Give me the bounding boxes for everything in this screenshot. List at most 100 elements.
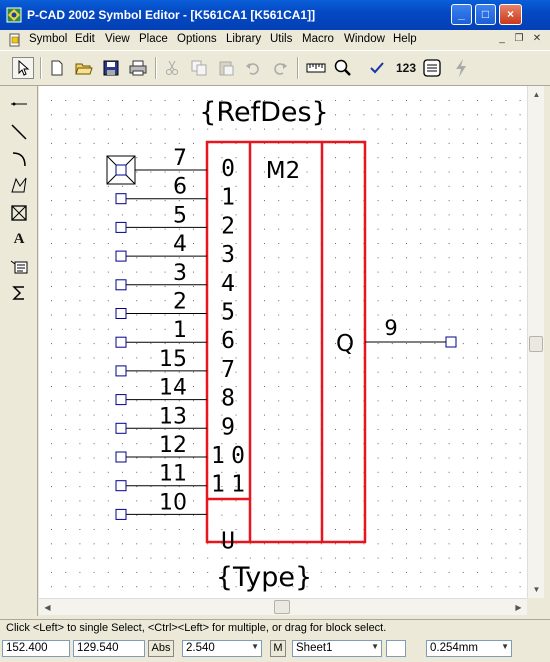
scroll-left-arrow-icon[interactable]: ◀ xyxy=(39,599,56,616)
vertical-scrollbar[interactable]: ▲ ▼ xyxy=(527,86,544,598)
vertical-scroll-thumb[interactable] xyxy=(529,336,543,352)
menu-symbol[interactable]: Symbol xyxy=(29,33,67,45)
place-line-tool[interactable] xyxy=(9,122,29,142)
scroll-down-arrow-icon[interactable]: ▼ xyxy=(528,581,545,598)
menu-window[interactable]: Window xyxy=(344,33,385,45)
undo-icon xyxy=(246,63,259,75)
menu-view[interactable]: View xyxy=(105,33,130,45)
pin-line-icon xyxy=(11,102,27,106)
select-tool-button[interactable] xyxy=(12,57,34,79)
polygon-icon xyxy=(11,177,27,193)
main-toolbar: 123 xyxy=(0,50,550,86)
place-pin-tool[interactable] xyxy=(9,94,29,114)
place-arc-tool[interactable] xyxy=(9,149,29,169)
place-attribute-tool[interactable] xyxy=(9,257,29,277)
pin-number: 5 xyxy=(173,203,187,228)
redo-button[interactable] xyxy=(269,57,291,79)
open-button[interactable] xyxy=(73,57,95,79)
minimize-button[interactable]: _ xyxy=(451,4,472,25)
tool-palette: A xyxy=(0,86,38,616)
lightning-button[interactable] xyxy=(450,57,472,79)
new-button[interactable] xyxy=(46,57,68,79)
pin-number: 3 xyxy=(173,261,187,286)
print-button[interactable] xyxy=(127,57,149,79)
place-point-tool[interactable] xyxy=(9,203,29,223)
copy-button[interactable] xyxy=(188,57,210,79)
sheet-select[interactable]: Sheet1 ▼ xyxy=(292,640,382,657)
layer-color-swatch[interactable] xyxy=(386,640,406,657)
output-pin[interactable]: 9 xyxy=(365,316,457,348)
scroll-up-arrow-icon[interactable]: ▲ xyxy=(528,86,545,103)
menu-bar: Symbol Edit View Place Options Library U… xyxy=(0,30,550,50)
place-field-tool[interactable] xyxy=(9,283,29,303)
save-button[interactable] xyxy=(100,57,122,79)
refdes-attribute[interactable]: {RefDes} xyxy=(199,97,329,128)
menu-edit[interactable]: Edit xyxy=(75,33,95,45)
schematic-drawing[interactable]: {RefDes} {Type} M2 Q 7 06 15 24 33 42 51 615 714… xyxy=(39,86,527,598)
design-check-button[interactable] xyxy=(366,57,388,79)
paste-button[interactable] xyxy=(215,57,237,79)
pin-marker xyxy=(115,164,127,176)
input-pin[interactable]: 70 xyxy=(106,146,235,185)
cut-button[interactable] xyxy=(161,57,183,79)
mdi-minimize-icon[interactable]: _ xyxy=(495,33,509,46)
measure-button[interactable] xyxy=(305,57,327,79)
scroll-right-arrow-icon[interactable]: ▶ xyxy=(510,599,527,616)
close-button[interactable]: × xyxy=(499,4,522,25)
output-pin-marker xyxy=(445,336,457,348)
pin-marker xyxy=(115,336,127,348)
x-coordinate-field[interactable]: 152.400 xyxy=(2,640,70,657)
mdi-close-icon[interactable]: ✕ xyxy=(530,33,544,46)
sheet-value: Sheet1 xyxy=(296,642,333,654)
output-label: Q xyxy=(336,331,354,357)
mode-button[interactable]: M xyxy=(270,640,286,657)
zoom-button[interactable] xyxy=(332,57,354,79)
dropdown-arrow-icon: ▼ xyxy=(501,642,509,651)
scissors-icon xyxy=(166,60,178,75)
window-title: P-CAD 2002 Symbol Editor - [K561CA1 [K56… xyxy=(27,8,316,22)
maximize-button[interactable]: □ xyxy=(475,4,496,25)
menu-library[interactable]: Library xyxy=(226,33,261,45)
undo-button[interactable] xyxy=(242,57,264,79)
lightning-icon xyxy=(456,59,466,77)
printer-icon xyxy=(129,60,147,76)
status-message: Click <Left> to single Select, <Ctrl><Le… xyxy=(0,619,550,636)
redo-icon xyxy=(274,63,287,75)
pin-label: 7 xyxy=(221,357,235,383)
pin-label: 1 xyxy=(221,185,235,211)
pin-list-button[interactable] xyxy=(421,57,443,79)
pin-marker xyxy=(115,193,127,205)
renumber-button[interactable]: 123 xyxy=(392,57,420,79)
menu-help[interactable]: Help xyxy=(393,33,417,45)
pin-label: 10 xyxy=(211,443,245,469)
toolbar-separator xyxy=(40,57,42,79)
grid-select[interactable]: 2.540 ▼ xyxy=(182,640,262,657)
menu-place[interactable]: Place xyxy=(139,33,168,45)
line-width-select[interactable]: 0.254mm ▼ xyxy=(426,640,512,657)
place-polygon-tool[interactable] xyxy=(9,175,29,195)
menu-utils[interactable]: Utils xyxy=(270,33,292,45)
pin-label: 0 xyxy=(221,156,235,182)
arc-icon xyxy=(12,152,26,167)
abs-button[interactable]: Abs xyxy=(148,640,174,657)
document-icon[interactable] xyxy=(8,33,22,47)
y-coordinate-field[interactable]: 129.540 xyxy=(73,640,145,657)
renumber-label: 123 xyxy=(395,61,417,75)
pin-number: 7 xyxy=(173,146,187,171)
type-attribute[interactable]: {Type} xyxy=(216,562,312,593)
horizontal-scrollbar[interactable]: ◀ ▶ xyxy=(39,598,527,615)
horizontal-scroll-thumb[interactable] xyxy=(274,600,290,614)
menu-macro[interactable]: Macro xyxy=(302,33,334,45)
pin-label: 8 xyxy=(221,386,235,412)
pin-marker xyxy=(115,508,127,520)
place-text-tool[interactable]: A xyxy=(9,229,29,249)
pin-number: 1 xyxy=(173,318,187,343)
symbol-canvas[interactable]: {RefDes} {Type} M2 Q 7 0 6 1 5 2 4 3 3 4 2 5 1 6 15 7 14… xyxy=(39,86,527,598)
text-tool-label: A xyxy=(13,230,25,247)
paste-clipboard-icon xyxy=(219,61,234,76)
mdi-restore-icon[interactable]: ❐ xyxy=(512,33,526,46)
magnifier-icon xyxy=(334,59,351,76)
menu-options[interactable]: Options xyxy=(177,33,217,45)
pin-number: 2 xyxy=(173,290,187,315)
save-disk-icon xyxy=(103,60,119,76)
